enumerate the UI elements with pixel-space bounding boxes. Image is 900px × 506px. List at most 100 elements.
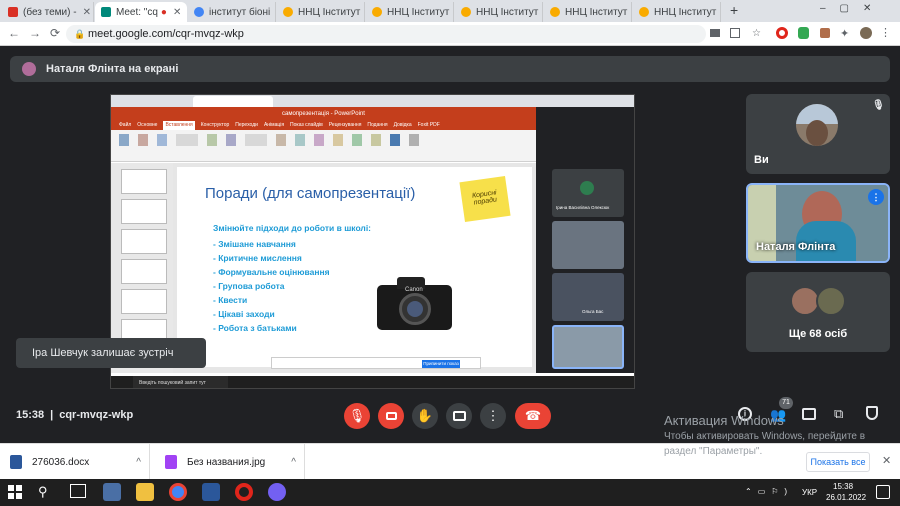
presenter-banner: Наталя Флінта на екрані <box>10 56 890 82</box>
host-controls-icon[interactable] <box>866 406 878 420</box>
address-bar: ←→⟳ 🔒 meet.google.com/cqr-mvqz-wkp ☆ ✦ ⋮ <box>0 22 900 46</box>
hangup-icon: ☎ <box>524 408 542 423</box>
star-icon: ☆ <box>752 28 761 39</box>
mic-off-icon: 🎙 <box>872 100 885 111</box>
more-options-button[interactable]: ⋮ <box>480 403 506 429</box>
speaking-indicator-icon: ⋮ <box>868 189 884 205</box>
activation-watermark-line: Чтобы активировать Windows, перейдите в <box>664 431 866 442</box>
shield-icon <box>798 27 809 39</box>
meet-area: Наталя Флінта на екрані самопрезентація … <box>0 47 900 443</box>
new-tab-button[interactable]: + <box>730 2 738 18</box>
site-icon <box>550 7 560 17</box>
windows-start-icon[interactable] <box>8 485 22 499</box>
notifications-icon[interactable] <box>876 485 890 499</box>
chat-icon[interactable] <box>802 408 816 420</box>
bullet-item: - Квести <box>213 295 248 305</box>
bullet-item: - Цікаві заходи <box>213 309 275 319</box>
bullet-item: - Формувальне оцінювання <box>213 267 330 277</box>
sharing-notice: Припинити показ <box>271 357 481 369</box>
chevron-up-icon[interactable]: ^ <box>136 457 141 468</box>
stop-sharing-button: Припинити показ <box>422 360 460 368</box>
site-icon <box>372 7 382 17</box>
tray-icons[interactable]: ⌃▭⚐) <box>745 487 793 496</box>
share-icon <box>730 28 740 38</box>
participant-tile-others[interactable]: Ще 68 осіб <box>746 272 890 352</box>
close-tab-icon[interactable]: ✕ <box>716 7 720 18</box>
avatar <box>796 104 838 146</box>
activation-watermark-line: раздел "Параметры". <box>664 446 763 457</box>
present-button[interactable] <box>446 403 472 429</box>
close-tab-icon[interactable]: ✕ <box>627 7 631 18</box>
activities-icon[interactable]: ⧉ <box>834 406 843 422</box>
participant-tile-self[interactable]: Ви 🎙 <box>746 94 890 174</box>
meeting-time: 15:38 | cqr-mvqz-wkp <box>16 409 134 421</box>
slide-title: Поради (для самопрезентації) <box>205 185 416 202</box>
url-field[interactable]: 🔒 meet.google.com/cqr-mvqz-wkp <box>66 25 706 43</box>
site-icon <box>639 7 649 17</box>
close-downloads-icon[interactable]: ✕ <box>882 454 891 467</box>
extension-icons[interactable]: ☆ ✦ ⋮ <box>710 27 891 41</box>
close-tab-icon[interactable]: ✕ <box>538 7 542 18</box>
opera-icon[interactable] <box>235 483 253 501</box>
task-view-icon[interactable] <box>70 484 86 498</box>
avatar <box>816 286 846 316</box>
chevron-up-icon[interactable]: ^ <box>291 457 296 468</box>
browser-tab[interactable]: (без теми) - ✕ <box>2 2 94 22</box>
browser-tab[interactable]: інститут біоні✕ <box>188 2 276 22</box>
download-item[interactable]: Без названия.jpg ^ <box>165 444 305 480</box>
nav-buttons[interactable]: ←→⟳ <box>8 26 69 40</box>
download-item[interactable]: 276036.docx ^ <box>10 444 150 480</box>
camera-off-icon <box>385 412 397 420</box>
mic-off-icon: 🎙 <box>348 408 366 423</box>
extension-icon <box>820 28 830 38</box>
folder-icon[interactable] <box>136 483 154 501</box>
bullet-item: - Змішане навчання <box>213 239 296 249</box>
slide: Поради (для самопрезентації) Корисні пор… <box>177 167 532 367</box>
present-icon <box>452 411 466 421</box>
camera-image: Canon <box>377 277 452 332</box>
avatar <box>22 62 36 76</box>
puzzle-icon: ✦ <box>840 28 850 40</box>
site-icon <box>461 7 471 17</box>
mic-toggle-button[interactable]: 🎙 <box>344 403 370 429</box>
bullet-item: - Групова робота <box>213 281 285 291</box>
viber-icon[interactable] <box>268 483 286 501</box>
language-indicator[interactable]: УКР <box>802 488 817 497</box>
floppy-icon[interactable] <box>103 483 121 501</box>
slide-subtitle: Змінюйте підходи до роботи в школі: <box>213 223 372 233</box>
show-all-downloads-button[interactable]: Показать все <box>806 452 870 472</box>
site-icon <box>283 7 293 17</box>
browser-tab[interactable]: ННЦ Інститут✕ <box>366 2 454 22</box>
leave-call-button[interactable]: ☎ <box>515 403 551 429</box>
meet-icon <box>101 7 111 17</box>
browser-tab[interactable]: ННЦ Інститут✕ <box>455 2 543 22</box>
participant-tile-presenter[interactable]: Наталя Флінта ⋮ <box>746 183 890 263</box>
browser-tab-active[interactable]: Meet: "cq ● ✕ <box>95 2 187 22</box>
raise-hand-button[interactable]: ✋ <box>412 403 438 429</box>
search-icon[interactable]: ⚲ <box>38 484 48 500</box>
window-controls[interactable]: –▢✕ <box>820 3 885 14</box>
gmail-icon <box>8 7 18 17</box>
close-tab-icon[interactable]: ✕ <box>270 7 275 18</box>
camera-icon <box>710 29 720 37</box>
inner-taskbar: Введіть пошуковий запит тут <box>111 376 634 388</box>
close-tab-icon[interactable]: ✕ <box>449 7 453 18</box>
word-icon[interactable] <box>202 483 220 501</box>
browser-tab[interactable]: ННЦ Інститут✕ <box>544 2 632 22</box>
lock-icon: 🔒 <box>74 29 86 39</box>
opera-icon <box>776 27 788 39</box>
browser-tab[interactable]: ННЦ Інститут✕ <box>277 2 365 22</box>
activation-watermark-title: Активация Windows <box>664 413 784 428</box>
participant-count-badge: 71 <box>779 397 793 409</box>
close-tab-icon[interactable]: ✕ <box>167 7 181 18</box>
browser-tab[interactable]: ННЦ Інститут✕ <box>633 2 721 22</box>
menu-icon: ⋮ <box>880 27 891 39</box>
image-file-icon <box>165 455 177 469</box>
slide-canvas: Поради (для самопрезентації) Корисні пор… <box>173 163 536 373</box>
chrome-icon[interactable] <box>169 483 187 501</box>
hand-icon: ✋ <box>416 408 434 423</box>
close-tab-icon[interactable]: ✕ <box>77 7 91 18</box>
tray-clock-date: 26.01.2022 <box>826 493 867 502</box>
close-tab-icon[interactable]: ✕ <box>360 7 364 18</box>
camera-toggle-button[interactable] <box>378 403 404 429</box>
